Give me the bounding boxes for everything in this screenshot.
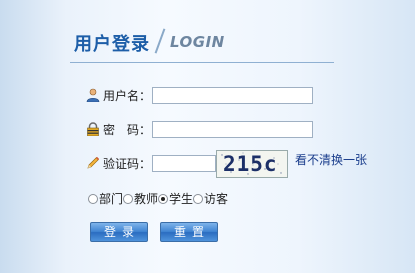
role-option-teacher[interactable]: 教师 (123, 191, 158, 207)
captcha-input[interactable] (152, 155, 216, 172)
role-option-department[interactable]: 部门 (88, 191, 123, 207)
password-label: 密 码： (103, 123, 152, 137)
role-radio-student[interactable] (158, 194, 169, 204)
password-label-row: 密 码： (86, 121, 151, 139)
role-radio-visitor[interactable] (193, 194, 204, 204)
reset-button[interactable]: 重置 (160, 222, 218, 242)
role-option-student[interactable]: 学生 (158, 191, 193, 207)
role-label-department: 部门 (99, 192, 124, 206)
login-title: 用户登录 (74, 34, 150, 55)
username-label-row: 用户名： (86, 87, 151, 105)
role-radio-department[interactable] (88, 194, 98, 204)
password-input[interactable] (152, 121, 313, 138)
login-title-en: LOGIN (170, 33, 225, 51)
lock-icon (86, 122, 100, 136)
username-label: 用户名： (103, 89, 152, 103)
captcha-image[interactable]: 215c (216, 150, 288, 178)
role-option-visitor[interactable]: 访客 (193, 191, 228, 207)
captcha-text: 215c (223, 152, 278, 176)
title-underline (70, 62, 334, 63)
login-button[interactable]: 登录 (90, 222, 148, 242)
role-radio-teacher[interactable] (123, 194, 134, 204)
refresh-captcha-link[interactable]: 看不清换一张 (295, 151, 367, 168)
captcha-label: 验证码： (103, 157, 152, 171)
role-label-teacher: 教师 (134, 192, 159, 206)
username-input[interactable] (152, 87, 313, 104)
user-icon (86, 88, 100, 102)
role-label-student: 学生 (169, 192, 194, 206)
title-divider (154, 28, 166, 54)
captcha-label-row: 验证码： (86, 155, 151, 173)
role-label-visitor: 访客 (204, 192, 229, 206)
role-group: 部门 教师 学生 访客 (88, 191, 228, 207)
pencil-icon (86, 156, 100, 170)
